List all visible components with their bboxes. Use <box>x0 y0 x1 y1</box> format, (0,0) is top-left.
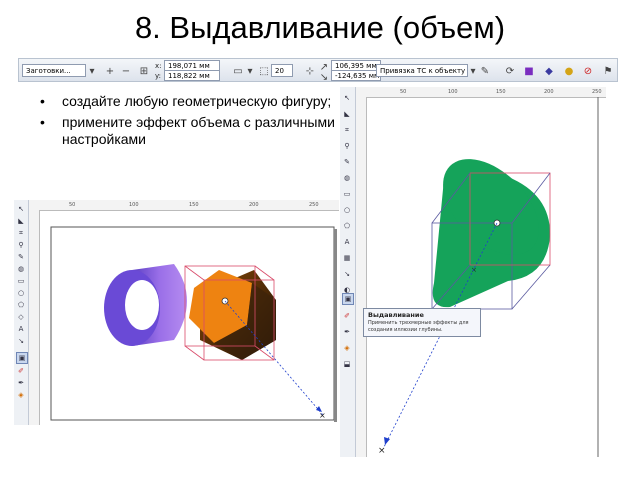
left-drawing-area: × <box>50 226 337 422</box>
vanishing-point-icon[interactable]: × <box>378 446 386 456</box>
vanishing-arrow-icon <box>384 437 390 445</box>
vp-y-icon: ↘ <box>319 72 329 83</box>
vanishing-point-icon[interactable]: × <box>319 411 326 420</box>
color-icon[interactable]: ■ <box>522 64 536 78</box>
vanishing-point-icon: ⊹ <box>305 66 315 77</box>
depth-field[interactable]: 20 <box>271 64 293 77</box>
right-canvas-pane: ↖ ◣ ⌗ ⚲ ✎ ◍ ▭ ○ ⬠ A ▦ ↘ ◐ ▣ ✐ ✒ ◈ ⬓ 50 1… <box>340 87 606 457</box>
list-item: создайте любую геометрическую фигуру; <box>40 93 340 110</box>
depth-icon: ⬚ <box>259 66 269 77</box>
slide-title: 8. Выдавливание (объем) <box>134 10 506 45</box>
preset-dropdown[interactable]: Заготовки... <box>22 64 86 77</box>
y-label: y: <box>155 72 161 80</box>
tooltip-title: Выдавливание <box>368 311 424 319</box>
bevel-icon[interactable]: ◆ <box>542 64 556 78</box>
clear-extrude-icon[interactable]: ⊘ <box>581 64 595 78</box>
right-drawing-area: × × <box>378 97 599 457</box>
list-item: примените эффект объема с различными нас… <box>40 114 340 148</box>
x-label: x: <box>155 62 162 70</box>
position-icon: ⊞ <box>139 66 149 77</box>
vp-y-field[interactable]: -124,635 мм <box>331 70 381 81</box>
rotation-icon[interactable]: ⟳ <box>503 64 517 78</box>
lighting-icon[interactable]: ● <box>562 64 576 78</box>
bullet-list: создайте любую геометрическую фигуру; пр… <box>40 93 340 152</box>
page-frame <box>50 226 335 421</box>
chevron-down-icon[interactable]: ▾ <box>85 64 99 78</box>
flag-icon[interactable]: ⚑ <box>601 64 615 78</box>
add-preset-icon[interactable]: + <box>103 64 117 78</box>
tooltip-text: Применить трехмерные эффекты для создани… <box>368 320 469 333</box>
vp-lock-dropdown[interactable]: Привязка ТС к объекту <box>376 64 468 77</box>
chevron-down-icon[interactable]: ▾ <box>243 64 257 78</box>
y-field[interactable]: 118,822 мм <box>164 70 220 81</box>
center-marker-icon: × <box>471 266 477 274</box>
copy-properties-icon[interactable]: ✎ <box>478 64 492 78</box>
remove-preset-icon[interactable]: − <box>119 64 133 78</box>
extrude-tooltip: Выдавливание Применить трехмерные эффект… <box>363 308 481 337</box>
left-canvas-pane: ↖ ◣ ⌗ ⚲ ✎ ◍ ▭ ○ ⬠ ◇ A ↘ ▣ ✐ ✒ ◈ 50 100 1… <box>14 200 339 425</box>
extrude-property-bar: Заготовки... ▾ + − ⊞ x: 198,071 мм y: 11… <box>18 58 618 83</box>
